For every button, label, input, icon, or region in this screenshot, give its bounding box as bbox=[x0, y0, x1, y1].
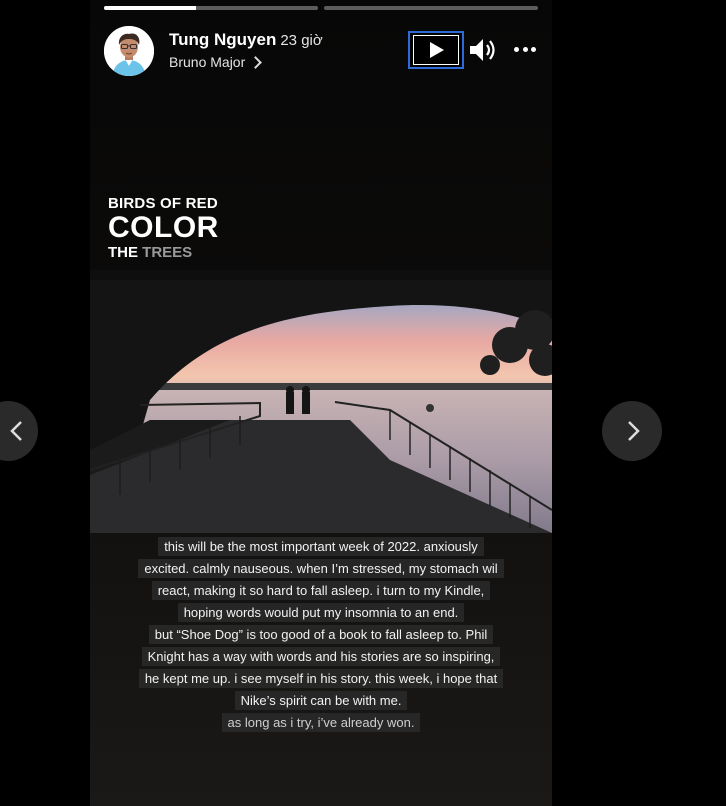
author-name-text[interactable]: Tung Nguyen bbox=[169, 30, 276, 49]
music-link[interactable]: Bruno Major bbox=[169, 54, 263, 70]
volume-button[interactable] bbox=[468, 36, 500, 64]
post-time: 23 giờ bbox=[280, 32, 323, 49]
caption-line-text: but “Shoe Dog” is too good of a book to … bbox=[148, 625, 494, 644]
story-caption: this will be the most important week of … bbox=[90, 536, 552, 734]
caption-line: as long as i try, i’ve already won. bbox=[90, 712, 552, 734]
title-line-2: COLOR bbox=[108, 211, 219, 244]
story-header: Tung Nguyen 23 giờ Bruno Major bbox=[104, 26, 542, 78]
music-artist[interactable]: Bruno Major bbox=[169, 54, 245, 70]
title-line-3b: TREES bbox=[142, 244, 193, 261]
chevron-right-icon bbox=[628, 421, 640, 441]
caption-line: Knight has a way with words and his stor… bbox=[90, 646, 552, 668]
progress-segment bbox=[324, 6, 538, 10]
chevron-left-icon bbox=[10, 421, 22, 441]
chevron-right-icon bbox=[249, 56, 263, 69]
story-viewer[interactable]: Tung Nguyen23 giờ Bruno Major BIRDS OF bbox=[90, 0, 552, 806]
title-line-1: BIRDS OF RED bbox=[108, 195, 218, 212]
author-name[interactable]: Tung Nguyen 23 giờ bbox=[169, 30, 323, 50]
more-icon-dot bbox=[522, 46, 528, 52]
volume-icon bbox=[470, 39, 495, 61]
avatar[interactable] bbox=[104, 26, 154, 76]
caption-line: excited. calmly nauseous. when I’m stres… bbox=[90, 558, 552, 580]
caption-line-text: react, making it so hard to fall asleep.… bbox=[151, 581, 491, 600]
caption-line-text: hoping words would put my insomnia to an… bbox=[177, 603, 465, 622]
caption-line-text: Knight has a way with words and his stor… bbox=[141, 647, 501, 666]
avatar-image bbox=[104, 26, 154, 76]
caption-line-text: Nike’s spirit can be with me. bbox=[234, 691, 408, 710]
play-button[interactable] bbox=[408, 31, 464, 69]
caption-line-text: he kept me up. i see myself in his story… bbox=[138, 669, 504, 688]
previous-story-button[interactable] bbox=[0, 401, 38, 461]
bridge-sunset-image bbox=[90, 270, 552, 533]
story-progress bbox=[104, 6, 538, 10]
caption-line: he kept me up. i see myself in his story… bbox=[90, 668, 552, 690]
caption-line: this will be the most important week of … bbox=[90, 536, 552, 558]
title-line-3a: THE bbox=[108, 244, 138, 261]
more-options-button[interactable] bbox=[514, 44, 536, 54]
progress-segment bbox=[104, 6, 318, 10]
more-icon bbox=[514, 46, 519, 52]
caption-line: but “Shoe Dog” is too good of a book to … bbox=[90, 624, 552, 646]
caption-line: react, making it so hard to fall asleep.… bbox=[90, 580, 552, 602]
caption-line: Nike’s spirit can be with me. bbox=[90, 690, 552, 712]
story-photo bbox=[90, 270, 552, 533]
title-line-3: THE TREES bbox=[108, 244, 219, 261]
play-icon bbox=[430, 42, 444, 58]
caption-line-text: excited. calmly nauseous. when I’m stres… bbox=[138, 559, 504, 578]
song-title-overlay: BIRDS OF RED COLOR THE TREES bbox=[108, 195, 219, 261]
caption-line-text: as long as i try, i’ve already won. bbox=[221, 713, 421, 732]
caption-line-text: this will be the most important week of … bbox=[158, 537, 484, 556]
more-icon-dot bbox=[531, 46, 536, 52]
next-story-button[interactable] bbox=[602, 401, 662, 461]
caption-line: hoping words would put my insomnia to an… bbox=[90, 602, 552, 624]
